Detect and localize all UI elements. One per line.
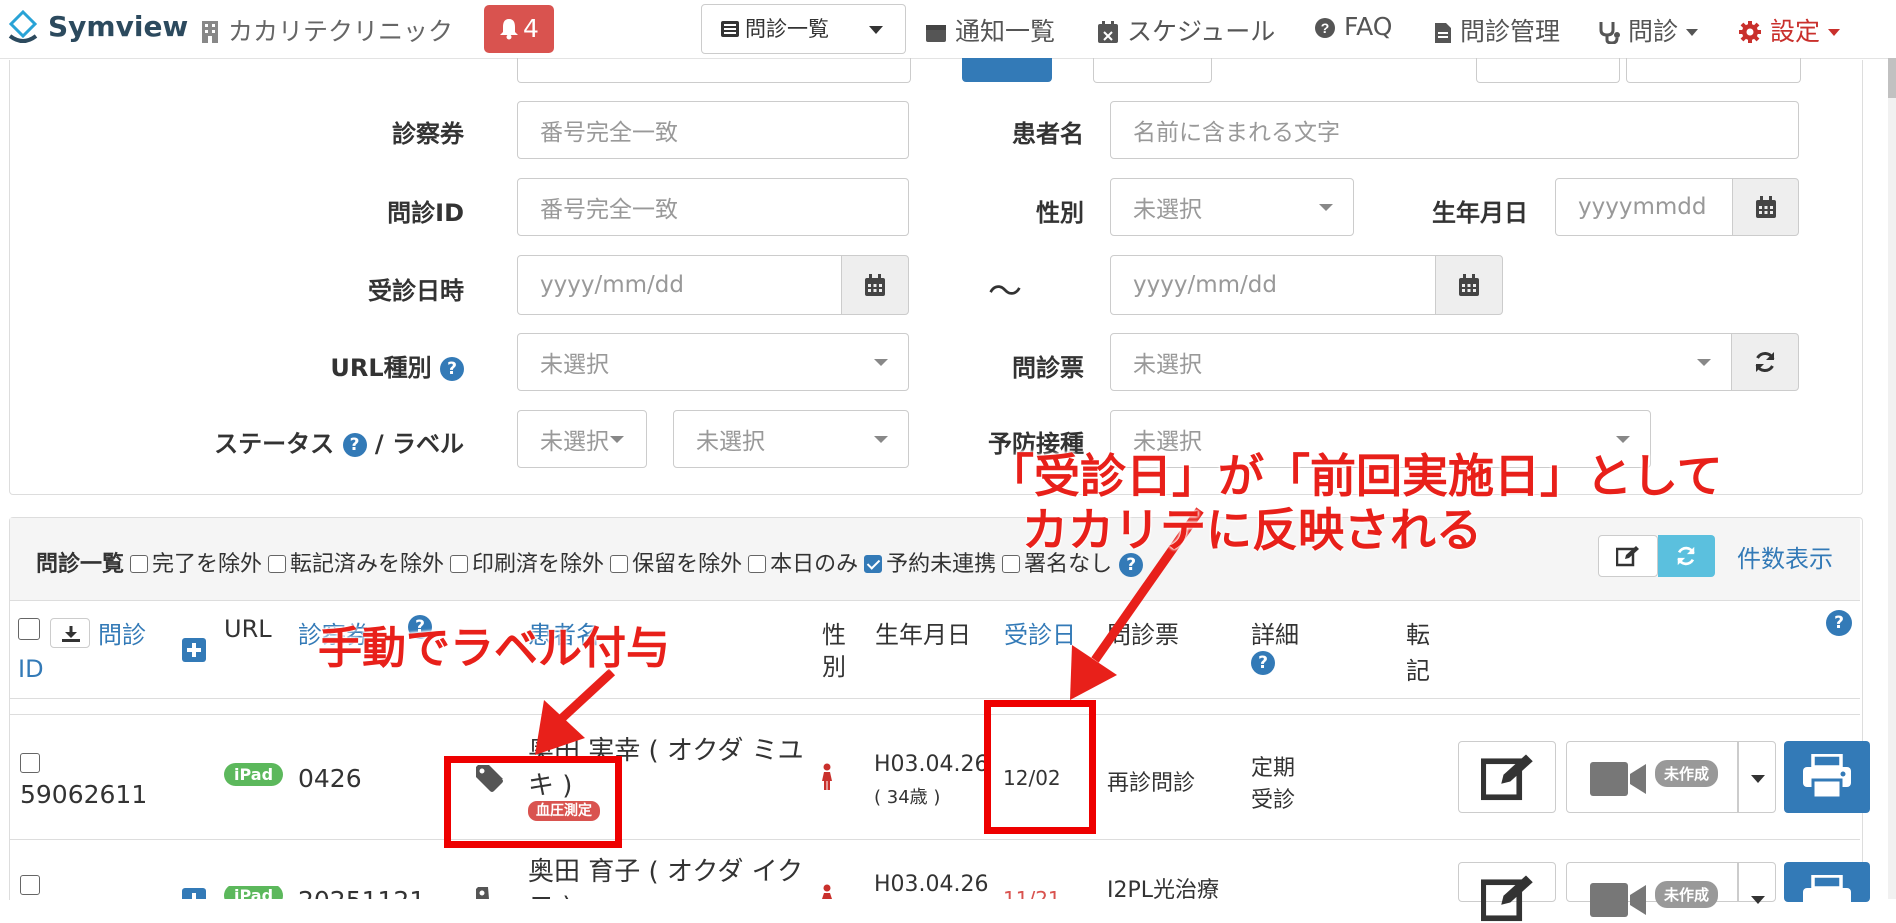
annotation-manual-label: 手動でラベル付与 (318, 623, 670, 674)
arrow-to-label-icon (535, 668, 616, 755)
annotation-visit-line2: カカリテに反映される (1022, 503, 1482, 557)
